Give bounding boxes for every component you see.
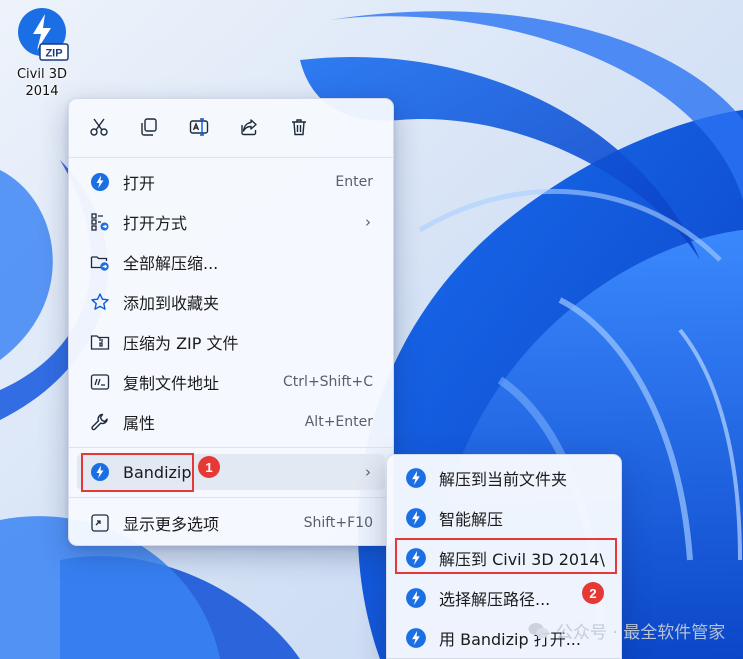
submenu-item-label: 选择解压路径... bbox=[439, 590, 551, 609]
submenu-item-label: 解压到当前文件夹 bbox=[439, 470, 568, 489]
desktop-file-label: Civil 3D 2014 bbox=[16, 67, 68, 99]
menu-item-open-with[interactable]: 打开方式 › bbox=[77, 204, 385, 240]
annotation-badge-2: 2 bbox=[582, 582, 604, 604]
bandizip-zip-icon: ZIP bbox=[14, 6, 70, 62]
menu-item-properties[interactable]: 属性 Alt+Enter bbox=[77, 404, 385, 440]
menu-item-compress-zip[interactable]: 压缩为 ZIP 文件 bbox=[77, 324, 385, 360]
menu-item-more-options[interactable]: 显示更多选项 Shift+F10 bbox=[77, 505, 385, 541]
star-icon bbox=[89, 291, 111, 313]
delete-button[interactable] bbox=[283, 113, 315, 141]
menu-item-open[interactable]: 打开 Enter bbox=[77, 164, 385, 200]
submenu-item-choose-path[interactable]: 选择解压路径... bbox=[393, 580, 615, 616]
menu-item-label: 打开 bbox=[123, 174, 156, 193]
submenu-item-smart-extract[interactable]: 智能解压 bbox=[393, 500, 615, 536]
bandizip-icon bbox=[89, 171, 111, 193]
menu-item-shortcut: Enter bbox=[335, 174, 373, 190]
svg-text:ZIP: ZIP bbox=[45, 48, 62, 60]
menu-item-label: 属性 bbox=[123, 414, 156, 433]
menu-item-label: 全部解压缩... bbox=[123, 254, 219, 273]
open-with-icon bbox=[89, 211, 111, 233]
menu-item-label: 复制文件地址 bbox=[123, 374, 220, 393]
menu-item-extract-all[interactable]: 全部解压缩... bbox=[77, 244, 385, 280]
desktop-file-icon[interactable]: ZIP Civil 3D 2014 bbox=[4, 6, 80, 100]
chevron-right-icon: › bbox=[365, 463, 371, 481]
menu-item-shortcut: Shift+F10 bbox=[303, 515, 373, 531]
share-icon bbox=[241, 119, 257, 136]
bandizip-icon bbox=[406, 588, 426, 608]
cut-button[interactable] bbox=[83, 113, 115, 141]
watermark: 公众号 · 最全软件管家 bbox=[528, 618, 725, 643]
wechat-icon bbox=[528, 622, 549, 638]
zip-folder-icon bbox=[89, 331, 111, 353]
copy-button[interactable] bbox=[133, 113, 165, 141]
chevron-right-icon: › bbox=[365, 213, 371, 231]
bandizip-icon bbox=[406, 508, 426, 528]
menu-item-label: 显示更多选项 bbox=[123, 515, 220, 534]
cut-icon bbox=[90, 118, 108, 136]
annotation-badge-1: 1 bbox=[198, 456, 220, 478]
bandizip-icon bbox=[406, 628, 426, 648]
annotation-box-extract-to bbox=[395, 538, 617, 574]
menu-separator bbox=[69, 497, 393, 498]
menu-item-label: 压缩为 ZIP 文件 bbox=[123, 334, 239, 353]
rename-icon bbox=[189, 118, 209, 136]
menu-item-shortcut: Ctrl+Shift+C bbox=[283, 374, 373, 390]
menu-item-label: 打开方式 bbox=[123, 214, 188, 233]
copy-icon bbox=[141, 118, 157, 136]
menu-item-shortcut: Alt+Enter bbox=[304, 414, 373, 430]
submenu-item-label: 智能解压 bbox=[439, 510, 504, 529]
watermark-text: 公众号 · 最全软件管家 bbox=[556, 623, 726, 643]
menu-item-add-favorite[interactable]: 添加到收藏夹 bbox=[77, 284, 385, 320]
submenu-item-extract-here[interactable]: 解压到当前文件夹 bbox=[393, 460, 615, 496]
extract-folder-icon bbox=[89, 251, 111, 273]
menu-separator bbox=[69, 447, 393, 448]
annotation-box-bandizip bbox=[81, 453, 194, 492]
wrench-icon bbox=[89, 411, 111, 433]
rename-button[interactable] bbox=[183, 113, 215, 141]
share-button[interactable] bbox=[233, 113, 265, 141]
menu-separator bbox=[69, 157, 393, 158]
delete-icon bbox=[292, 119, 306, 136]
bandizip-icon bbox=[406, 468, 426, 488]
menu-item-copy-path[interactable]: 复制文件地址 Ctrl+Shift+C bbox=[77, 364, 385, 400]
menu-item-label: 添加到收藏夹 bbox=[123, 294, 220, 313]
more-options-icon bbox=[89, 512, 111, 534]
context-toolbar bbox=[83, 113, 315, 141]
copy-path-icon bbox=[89, 371, 111, 393]
